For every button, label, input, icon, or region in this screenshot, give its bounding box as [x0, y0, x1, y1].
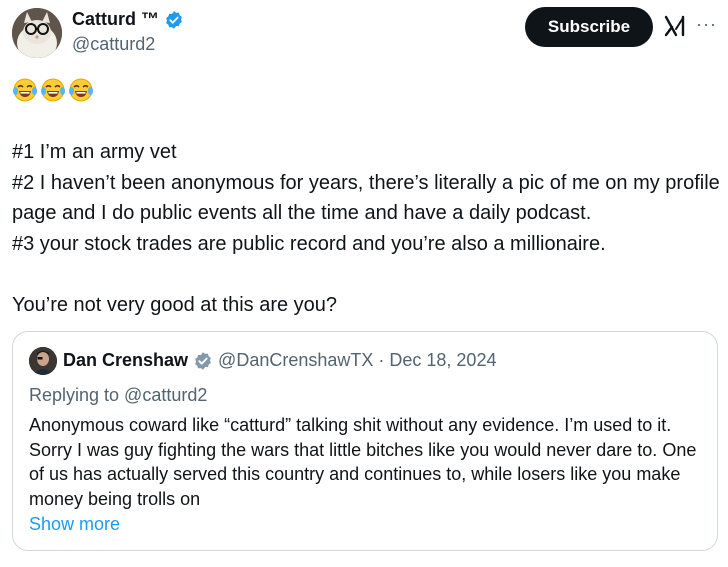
- more-options-icon[interactable]: ···: [696, 12, 717, 36]
- emoji-row: [12, 77, 94, 103]
- author-handle[interactable]: @catturd2: [72, 34, 155, 55]
- replying-to: Replying to @catturd2: [29, 385, 208, 405]
- quoted-header: Dan Crenshaw @DanCrenshawTX · Dec 18, 20…: [63, 350, 496, 371]
- author-name-row[interactable]: Catturd ™: [72, 9, 184, 30]
- tears-of-joy-emoji-icon: [69, 78, 93, 102]
- grok-icon[interactable]: [664, 15, 686, 37]
- quoted-text: Anonymous coward like “catturd” talking …: [29, 415, 697, 509]
- verified-badge-icon: [166, 10, 182, 29]
- tears-of-joy-emoji-icon: [13, 78, 37, 102]
- show-more-link[interactable]: Show more: [29, 514, 120, 535]
- author-avatar[interactable]: [12, 8, 62, 58]
- author-name[interactable]: Catturd ™: [72, 9, 159, 30]
- subscribe-button[interactable]: Subscribe: [525, 7, 653, 47]
- quoted-tweet[interactable]: Dan Crenshaw @DanCrenshawTX · Dec 18, 20…: [12, 331, 718, 551]
- verified-badge-icon: [195, 351, 211, 370]
- tweet-text: #1 I’m an army vet #2 I haven’t been ano…: [12, 141, 720, 316]
- meta-separator: ·: [378, 350, 385, 370]
- quoted-author-avatar[interactable]: [29, 347, 57, 375]
- quoted-author-name[interactable]: Dan Crenshaw: [63, 350, 188, 371]
- quoted-author-handle[interactable]: @DanCrenshawTX: [218, 350, 373, 371]
- tears-of-joy-emoji-icon: [41, 78, 65, 102]
- quoted-date[interactable]: Dec 18, 2024: [389, 350, 496, 371]
